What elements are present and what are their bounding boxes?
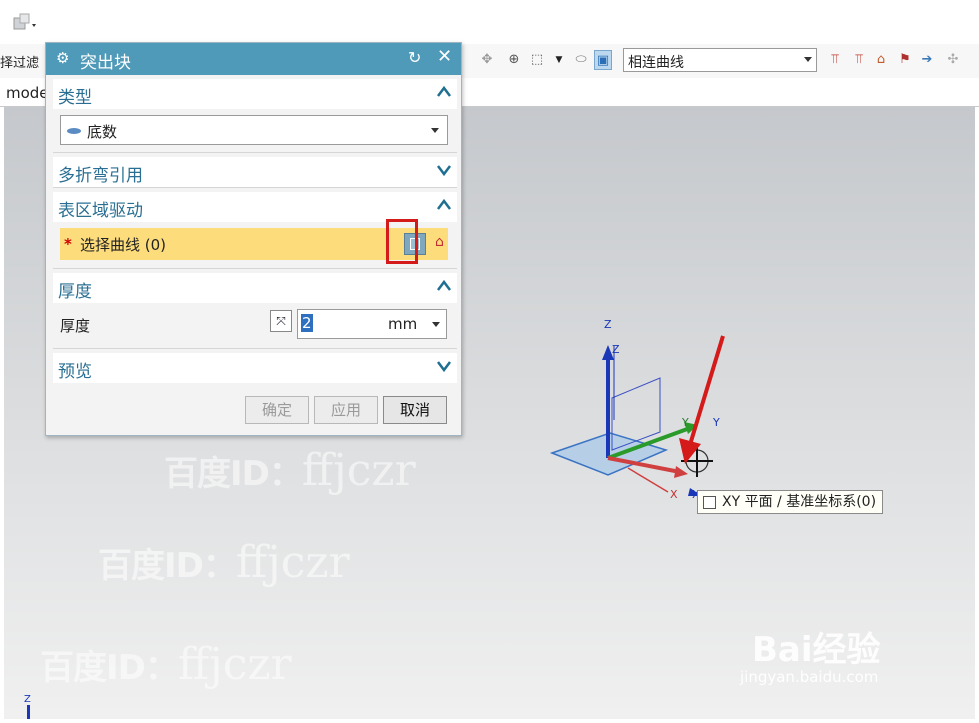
ok-button[interactable]: 确定	[245, 396, 309, 424]
z-axis-label: Z	[612, 343, 620, 356]
x-axis-secondary	[627, 467, 669, 493]
chevron-down-icon[interactable]: ▼	[550, 50, 568, 70]
chevron-up-icon[interactable]	[437, 279, 451, 293]
dialog-title-bar[interactable]: ⚙ 突出块 ↻ ✕	[46, 43, 461, 75]
box-select-icon[interactable]: ⬚	[528, 50, 546, 70]
chevron-up-icon[interactable]	[437, 85, 451, 99]
baidu-logo: Bai经验	[752, 630, 881, 670]
selection-tooltip: XY 平面 / 基准坐标系(0)	[697, 490, 884, 514]
app-menu-icon[interactable]	[12, 12, 38, 34]
curve-rule-value: 相连曲线	[628, 55, 684, 71]
document-tab[interactable]: mode	[6, 84, 49, 102]
baidu-logo-url: jingyan.baidu.com	[740, 668, 879, 686]
tab-dialog: ⚙ 突出块 ↻ ✕ 类型 底数 多折弯引用 表区域驱动 * 选择曲线 (0) ⌂…	[45, 42, 462, 436]
stop-at-intersection-icon[interactable]: ⫪	[826, 50, 844, 70]
divider	[53, 152, 457, 153]
snap-icon[interactable]: ✥	[478, 50, 496, 70]
divider	[53, 268, 457, 269]
face-select-icon[interactable]: ⬭	[572, 50, 590, 70]
section-preview[interactable]: 预览	[53, 353, 457, 383]
reset-icon[interactable]: ↻	[408, 48, 421, 67]
z-axis-label: Z	[604, 318, 612, 331]
thickness-value: 2	[301, 314, 313, 332]
watermark: 百度ID：ffjczr	[164, 445, 416, 496]
x-axis-label: X	[670, 488, 678, 501]
body-select-icon[interactable]: ▣	[594, 50, 612, 70]
chevron-down-icon[interactable]	[437, 163, 451, 177]
cancel-button[interactable]: 取消	[383, 396, 447, 424]
chevron-up-icon[interactable]	[437, 198, 451, 212]
highlight-box	[386, 219, 418, 264]
type-select-value: 底数	[87, 123, 118, 141]
curve-rule-select[interactable]: 相连曲线	[623, 48, 817, 72]
type-filter-label[interactable]: 择过滤	[0, 52, 39, 71]
sketch-section-icon[interactable]: ⌂	[435, 234, 457, 256]
required-mark: *	[64, 235, 72, 253]
divider	[53, 348, 457, 349]
divider	[53, 187, 457, 188]
section-surface-driven[interactable]: 表区域驱动	[53, 192, 457, 222]
section-thickness[interactable]: 厚度	[53, 273, 457, 303]
base-type-icon	[67, 128, 81, 134]
chevron-down-icon	[431, 128, 439, 133]
thickness-unit: mm	[388, 315, 418, 333]
select-object-icon[interactable]: ⊕	[505, 50, 523, 70]
chevron-down-icon[interactable]	[437, 359, 451, 373]
chevron-down-icon	[804, 57, 812, 62]
gear-icon[interactable]: ⚙	[56, 49, 69, 67]
watermark: 百度ID：ffjczr	[40, 639, 292, 690]
watermark: 百度ID：ffjczr	[98, 537, 350, 588]
section-surface-header: 表区域驱动	[58, 201, 143, 221]
path-icon[interactable]: ⚑	[896, 50, 914, 70]
follow-fillet-icon[interactable]: ⫪	[850, 50, 868, 70]
select-curve-label: 选择曲线 (0)	[80, 236, 167, 254]
section-type[interactable]: 类型	[53, 79, 457, 109]
grid-snap-icon[interactable]: ✣	[944, 50, 962, 70]
close-icon[interactable]: ✕	[437, 46, 452, 67]
type-select[interactable]: 底数	[60, 115, 448, 145]
thickness-label: 厚度	[60, 317, 91, 335]
arrow-right-icon[interactable]: ➔	[918, 50, 936, 70]
chevron-down-icon	[432, 322, 440, 327]
section-multibend[interactable]: 多折弯引用	[53, 157, 457, 187]
dialog-title: 突出块	[80, 53, 131, 73]
section-preview-header: 预览	[58, 362, 92, 382]
section-type-header: 类型	[58, 88, 92, 108]
plane-icon	[703, 496, 716, 509]
section-thickness-header: 厚度	[58, 282, 92, 302]
view-triad-z-icon	[27, 705, 30, 719]
apply-button[interactable]: 应用	[314, 396, 378, 424]
title-strip	[0, 0, 979, 45]
thickness-input[interactable]: 2 mm	[297, 309, 447, 339]
annotation-arrow-icon	[679, 335, 725, 464]
reverse-direction-icon[interactable]: ⤧	[270, 310, 292, 332]
section-multibend-header: 多折弯引用	[58, 166, 143, 186]
feature-curves-icon[interactable]: ⌂	[872, 50, 890, 70]
view-triad-label: Z	[24, 694, 31, 705]
